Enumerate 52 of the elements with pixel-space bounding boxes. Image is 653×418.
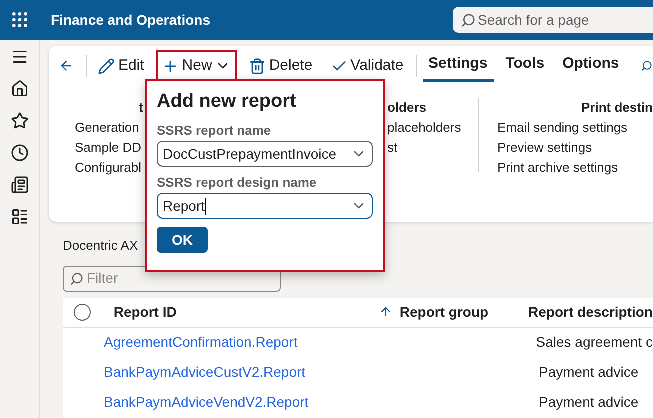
- field-label: SSRS report name: [157, 123, 272, 139]
- group-heading: olders: [388, 100, 427, 115]
- table-cell-text: Payment advice: [539, 393, 639, 412]
- ribbon-link[interactable]: placeholders: [388, 118, 478, 138]
- search-icon: [461, 12, 476, 28]
- validate-button[interactable]: Validate: [324, 50, 410, 82]
- edit-button[interactable]: Edit: [92, 50, 150, 82]
- edit-icon: [98, 58, 116, 74]
- ribbon-tab[interactable]: Options: [556, 50, 626, 82]
- group-heading: t: [139, 99, 144, 117]
- star-icon[interactable]: [10, 112, 28, 130]
- ribbon-link[interactable]: Email sending settings: [497, 118, 653, 138]
- field-value: Report: [163, 196, 206, 216]
- select-all-radio[interactable]: [74, 304, 91, 320]
- table-cell-text: Payment advice: [539, 363, 639, 382]
- column-header[interactable]: Report description: [528, 302, 653, 322]
- search-field[interactable]: Search for a page: [453, 7, 653, 33]
- search-icon[interactable]: [641, 58, 653, 74]
- report-id-link[interactable]: BankPaymAdviceCustV2.Report: [104, 362, 409, 383]
- column-header[interactable]: Report ID: [114, 302, 380, 322]
- workspace-icon[interactable]: [10, 176, 28, 194]
- report-id-link[interactable]: AgreementConfirmation.Report: [104, 332, 408, 353]
- field-value: DocCustPrepaymentInvoice: [163, 144, 337, 164]
- menu-icon[interactable]: [10, 48, 28, 66]
- ribbon-link[interactable]: Sample DD: [75, 138, 142, 158]
- ribbon-link[interactable]: Generation: [75, 118, 142, 138]
- home-icon[interactable]: [10, 80, 28, 98]
- column-header[interactable]: Report group: [400, 302, 529, 322]
- report-id-link[interactable]: BankPaymAdviceVendV2.Report: [104, 392, 409, 413]
- dialog-title: Add new report: [157, 90, 298, 114]
- search-placeholder: Search for a page: [478, 10, 590, 30]
- ribbon-tab[interactable]: Settings: [422, 50, 494, 82]
- ribbon-link[interactable]: Configurabl: [75, 158, 142, 178]
- ribbon-tab[interactable]: Tools: [500, 50, 551, 82]
- field-label: SSRS report design name: [157, 175, 318, 191]
- app-launcher-icon[interactable]: [10, 10, 30, 30]
- ribbon-link[interactable]: st: [388, 138, 478, 158]
- search-icon: [70, 272, 84, 286]
- app-title: Finance and Operations: [51, 10, 210, 30]
- ribbon-link[interactable]: Preview settings: [497, 138, 653, 158]
- filter-placeholder: Filter: [87, 269, 118, 288]
- ribbon-link[interactable]: Print archive settings: [497, 158, 653, 178]
- ok-button[interactable]: OK: [157, 227, 208, 253]
- list-icon[interactable]: [10, 208, 28, 226]
- delete-icon: [249, 58, 266, 74]
- delete-button[interactable]: Delete: [243, 50, 319, 82]
- table-cell-text: Sales agreement c: [536, 333, 653, 352]
- dropdown-field[interactable]: Report: [157, 193, 373, 219]
- clock-icon[interactable]: [10, 144, 28, 162]
- group-heading: Print destin: [581, 100, 653, 115]
- page-title: Docentric AX: [63, 237, 138, 255]
- dropdown-field[interactable]: DocCustPrepaymentInvoice: [157, 141, 373, 167]
